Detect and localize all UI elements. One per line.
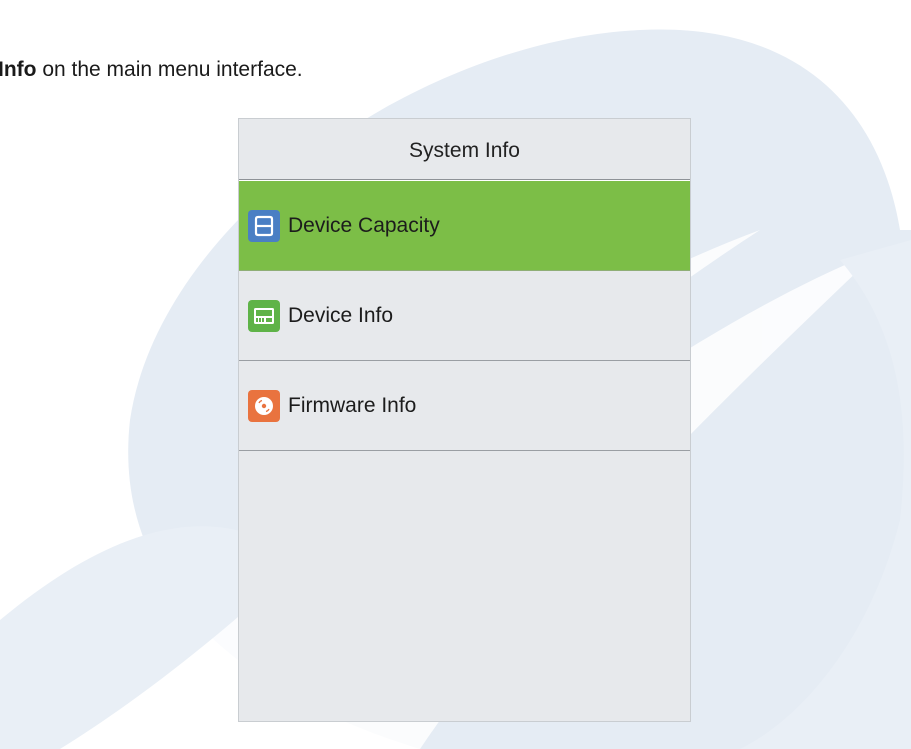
screen-title: System Info [239, 119, 690, 180]
system-info-menu: Device Capacity Device Info Firmware Inf… [239, 180, 690, 451]
menu-item-device-info[interactable]: Device Info [239, 271, 690, 361]
menu-item-label: Device Info [288, 303, 394, 327]
sd-card-icon [248, 209, 280, 242]
device-screen: System Info Device Capacity Device Info … [238, 118, 691, 722]
instruction-text: Info on the main menu interface. [0, 58, 303, 82]
menu-item-label: Device Capacity [288, 213, 440, 237]
instruction-rest: on the main menu interface. [36, 58, 303, 81]
device-icon [248, 299, 280, 332]
menu-item-device-capacity[interactable]: Device Capacity [239, 181, 690, 271]
instruction-bold: Info [0, 58, 37, 81]
menu-item-label: Firmware Info [288, 393, 417, 417]
menu-item-firmware-info[interactable]: Firmware Info [239, 361, 690, 451]
disc-icon [248, 389, 280, 422]
